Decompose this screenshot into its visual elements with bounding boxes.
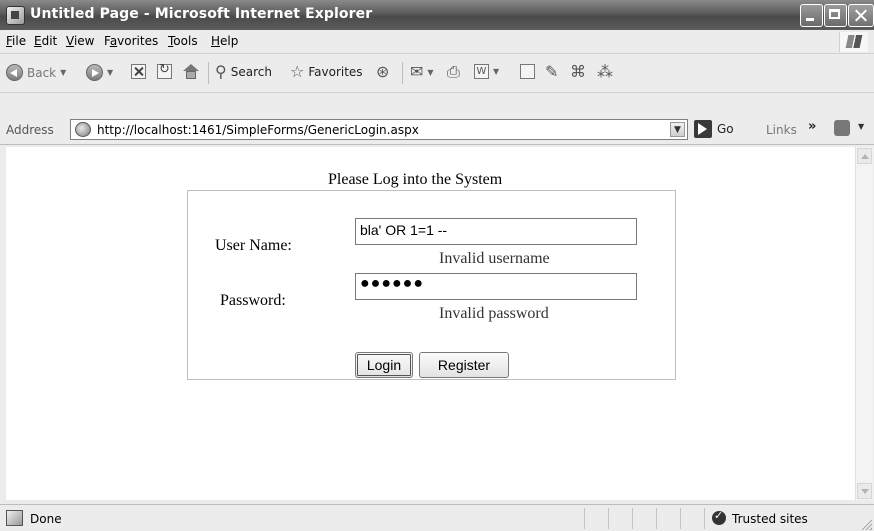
password-error: Invalid password (439, 305, 549, 322)
register-button[interactable]: Register (419, 352, 509, 378)
menu-edit[interactable]: Edit (34, 34, 57, 48)
status-text: Done (30, 512, 62, 526)
toolbar-separator (402, 62, 403, 84)
menu-bar: File Edit View Favorites Tools Help (0, 30, 874, 54)
status-bar: Done Trusted sites (0, 504, 874, 531)
password-label: Password: (220, 292, 286, 309)
status-separator (632, 508, 633, 529)
search-label: Search (230, 65, 272, 79)
username-input[interactable]: bla' OR 1=1 -- (355, 218, 637, 245)
close-button[interactable] (848, 4, 874, 27)
mail-icon: ✉ (410, 62, 424, 81)
back-label: Back (27, 65, 57, 80)
window-title: Untitled Page - Microsoft Internet Explo… (30, 6, 373, 22)
toolbar-options-dropdown-icon[interactable]: ▼ (858, 122, 864, 131)
status-separator (704, 508, 705, 529)
links-button[interactable]: Links (766, 123, 797, 137)
media-button[interactable]: ⊛ (376, 64, 389, 80)
forward-button[interactable]: ▼ (86, 64, 113, 81)
search-icon: ⚲ (215, 62, 227, 81)
edit-dropdown-icon[interactable]: ▼ (493, 67, 499, 76)
media-icon: ⊛ (376, 62, 390, 81)
toolbar-options-icon[interactable] (834, 120, 850, 136)
ie-app-icon (6, 6, 25, 25)
refresh-button[interactable] (157, 62, 172, 79)
back-dropdown-icon[interactable]: ▼ (60, 68, 66, 77)
research-icon: ✎ (545, 62, 559, 81)
discuss-icon (520, 64, 535, 79)
links-chevron-icon[interactable]: » (808, 119, 816, 134)
stop-button[interactable] (131, 64, 146, 79)
standard-toolbar: Back ▼ ▼ ⚲ Search ☆ Favorites ⊛ ✉ ▼ ⎙ W … (0, 54, 874, 93)
browser-window: Untitled Page - Microsoft Internet Explo… (0, 0, 874, 531)
toolbar-separator (208, 62, 209, 84)
username-error: Invalid username (439, 250, 550, 267)
mail-button[interactable]: ✉ ▼ (410, 64, 434, 80)
menu-help[interactable]: Help (211, 34, 238, 48)
forward-arrow-icon (86, 64, 103, 81)
extra-icon: ⁂ (597, 62, 613, 81)
messenger-icon: ⌘ (570, 62, 586, 81)
messenger-button[interactable]: ⌘ (570, 64, 586, 80)
menu-file[interactable]: File (6, 34, 26, 48)
back-button[interactable]: Back ▼ (6, 64, 66, 81)
back-arrow-icon (6, 64, 23, 81)
security-zone-label: Trusted sites (732, 512, 808, 526)
page-heading: Please Log into the System (328, 171, 503, 188)
refresh-icon (157, 62, 172, 79)
trusted-zone-icon (712, 509, 726, 525)
scroll-down-arrow-icon[interactable] (857, 483, 872, 499)
extra-button[interactable]: ⁂ (597, 64, 613, 80)
address-bar: Address http://localhost:1461/SimpleForm… (0, 116, 874, 145)
go-button[interactable]: Go (694, 120, 734, 138)
vertical-scrollbar[interactable] (855, 147, 873, 500)
login-button[interactable]: Login (355, 352, 413, 378)
page-done-icon (6, 510, 23, 526)
username-label: User Name: (215, 237, 292, 254)
status-separator (656, 508, 657, 529)
windows-flag-icon (839, 32, 868, 52)
status-separator (584, 508, 585, 529)
search-button[interactable]: ⚲ Search (215, 64, 272, 80)
status-separator (608, 508, 609, 529)
stop-icon (131, 64, 146, 79)
go-label: Go (717, 122, 734, 136)
password-input[interactable]: ●●●●●● (355, 273, 637, 300)
status-separator (680, 508, 681, 529)
forward-dropdown-icon[interactable]: ▼ (107, 68, 113, 77)
address-dropdown-icon[interactable]: ▼ (670, 122, 685, 137)
home-icon (183, 64, 199, 80)
resize-grip-icon[interactable] (860, 518, 872, 530)
menu-favorites[interactable]: Favorites (104, 34, 158, 48)
minimize-button[interactable] (800, 4, 823, 27)
discuss-button[interactable] (520, 64, 535, 79)
address-field[interactable]: http://localhost:1461/SimpleForms/Generi… (70, 119, 688, 140)
menu-tools[interactable]: Tools (168, 34, 198, 48)
edit-button[interactable]: W ▼ (474, 64, 499, 79)
menu-view[interactable]: View (66, 34, 94, 48)
favorites-label: Favorites (308, 65, 363, 79)
print-button[interactable]: ⎙ (447, 64, 460, 80)
page-content: Please Log into the System User Name: bl… (6, 147, 855, 500)
home-button[interactable] (183, 64, 199, 80)
address-label: Address (6, 123, 54, 137)
go-arrow-icon (694, 120, 712, 138)
address-url[interactable]: http://localhost:1461/SimpleForms/Generi… (97, 123, 419, 137)
star-icon: ☆ (290, 62, 305, 81)
mail-dropdown-icon[interactable]: ▼ (427, 68, 433, 77)
scroll-up-arrow-icon[interactable] (857, 148, 872, 164)
research-button[interactable]: ✎ (545, 64, 558, 80)
printer-icon: ⎙ (447, 62, 460, 81)
word-icon: W (474, 64, 489, 79)
page-icon (75, 122, 91, 137)
maximize-button[interactable] (824, 4, 847, 27)
title-bar: Untitled Page - Microsoft Internet Explo… (0, 0, 874, 30)
favorites-button[interactable]: ☆ Favorites (290, 64, 363, 80)
